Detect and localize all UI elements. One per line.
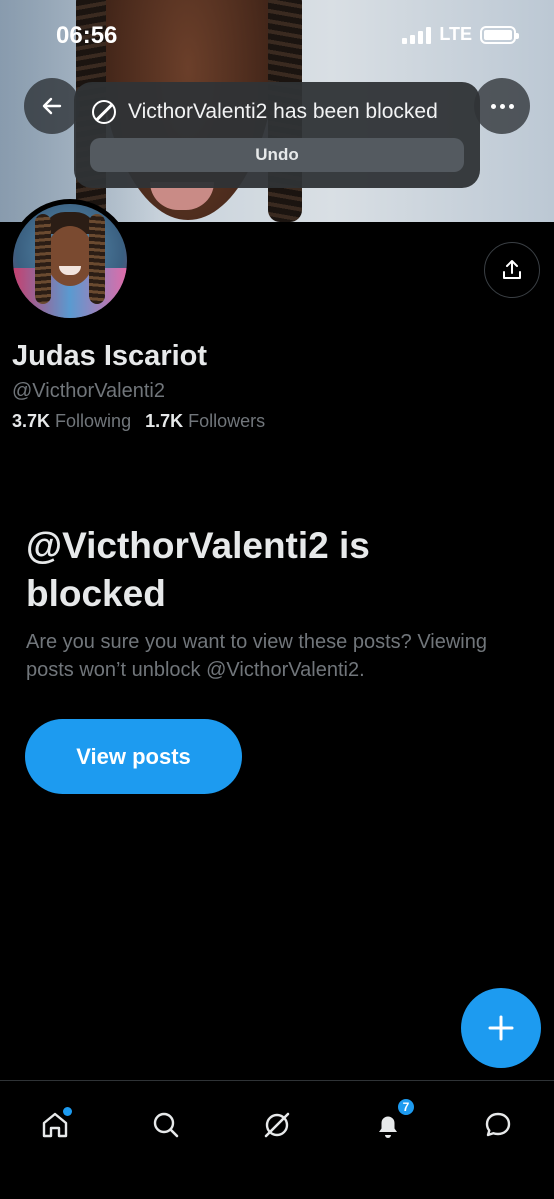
- search-icon: [153, 1112, 179, 1138]
- grok-icon: [264, 1112, 290, 1138]
- followers-label: Followers: [188, 411, 266, 431]
- display-name: Judas Iscariot: [12, 340, 208, 372]
- arrow-left-icon: [42, 97, 62, 115]
- blocked-description: Are you sure you want to view these post…: [26, 631, 487, 681]
- plus-icon: [488, 1015, 514, 1041]
- share-button[interactable]: [484, 242, 540, 298]
- toast-message: VicthorValenti2 has been blocked: [128, 100, 438, 123]
- nav-grok[interactable]: [249, 1097, 305, 1153]
- more-options-button[interactable]: [474, 78, 530, 134]
- battery-icon: [480, 25, 519, 44]
- avatar-photo: [13, 204, 127, 318]
- notification-badge: 7: [396, 1097, 416, 1117]
- blocked-toast: VicthorValenti2 has been blocked Undo: [74, 82, 480, 188]
- undo-button[interactable]: Undo: [90, 138, 464, 172]
- followers-link[interactable]: 1.7K Followers: [145, 411, 265, 432]
- home-unread-dot: [63, 1107, 72, 1116]
- share-icon: [503, 260, 521, 279]
- nav-home[interactable]: [27, 1097, 83, 1153]
- nav-notifications[interactable]: 7: [360, 1097, 416, 1153]
- signal-icon: [402, 26, 432, 44]
- network-type: LTE: [439, 24, 472, 44]
- nav-search[interactable]: [138, 1097, 194, 1153]
- blocked-icon: [92, 100, 116, 124]
- back-button[interactable]: [24, 78, 80, 134]
- status-time: 06:56: [56, 22, 118, 49]
- blocked-title: @VicthorValenti2 is blocked: [26, 525, 370, 614]
- following-link[interactable]: 3.7K Following: [12, 411, 131, 432]
- bottom-navigation: 7: [0, 1080, 554, 1199]
- messages-icon: [485, 1112, 511, 1137]
- nav-messages[interactable]: [470, 1097, 526, 1153]
- follow-stats: 3.7K Following 1.7K Followers: [12, 411, 265, 432]
- followers-count: 1.7K: [145, 411, 184, 431]
- profile-handle: @VicthorValenti2: [12, 380, 165, 402]
- compose-button[interactable]: [461, 988, 541, 1068]
- more-icon: [490, 103, 514, 109]
- view-posts-button[interactable]: View posts: [25, 719, 242, 794]
- status-indicators: LTE: [402, 24, 519, 45]
- avatar[interactable]: [8, 199, 132, 323]
- toast-message-row: VicthorValenti2 has been blocked: [92, 100, 438, 124]
- following-count: 3.7K: [12, 411, 51, 431]
- following-label: Following: [55, 411, 132, 431]
